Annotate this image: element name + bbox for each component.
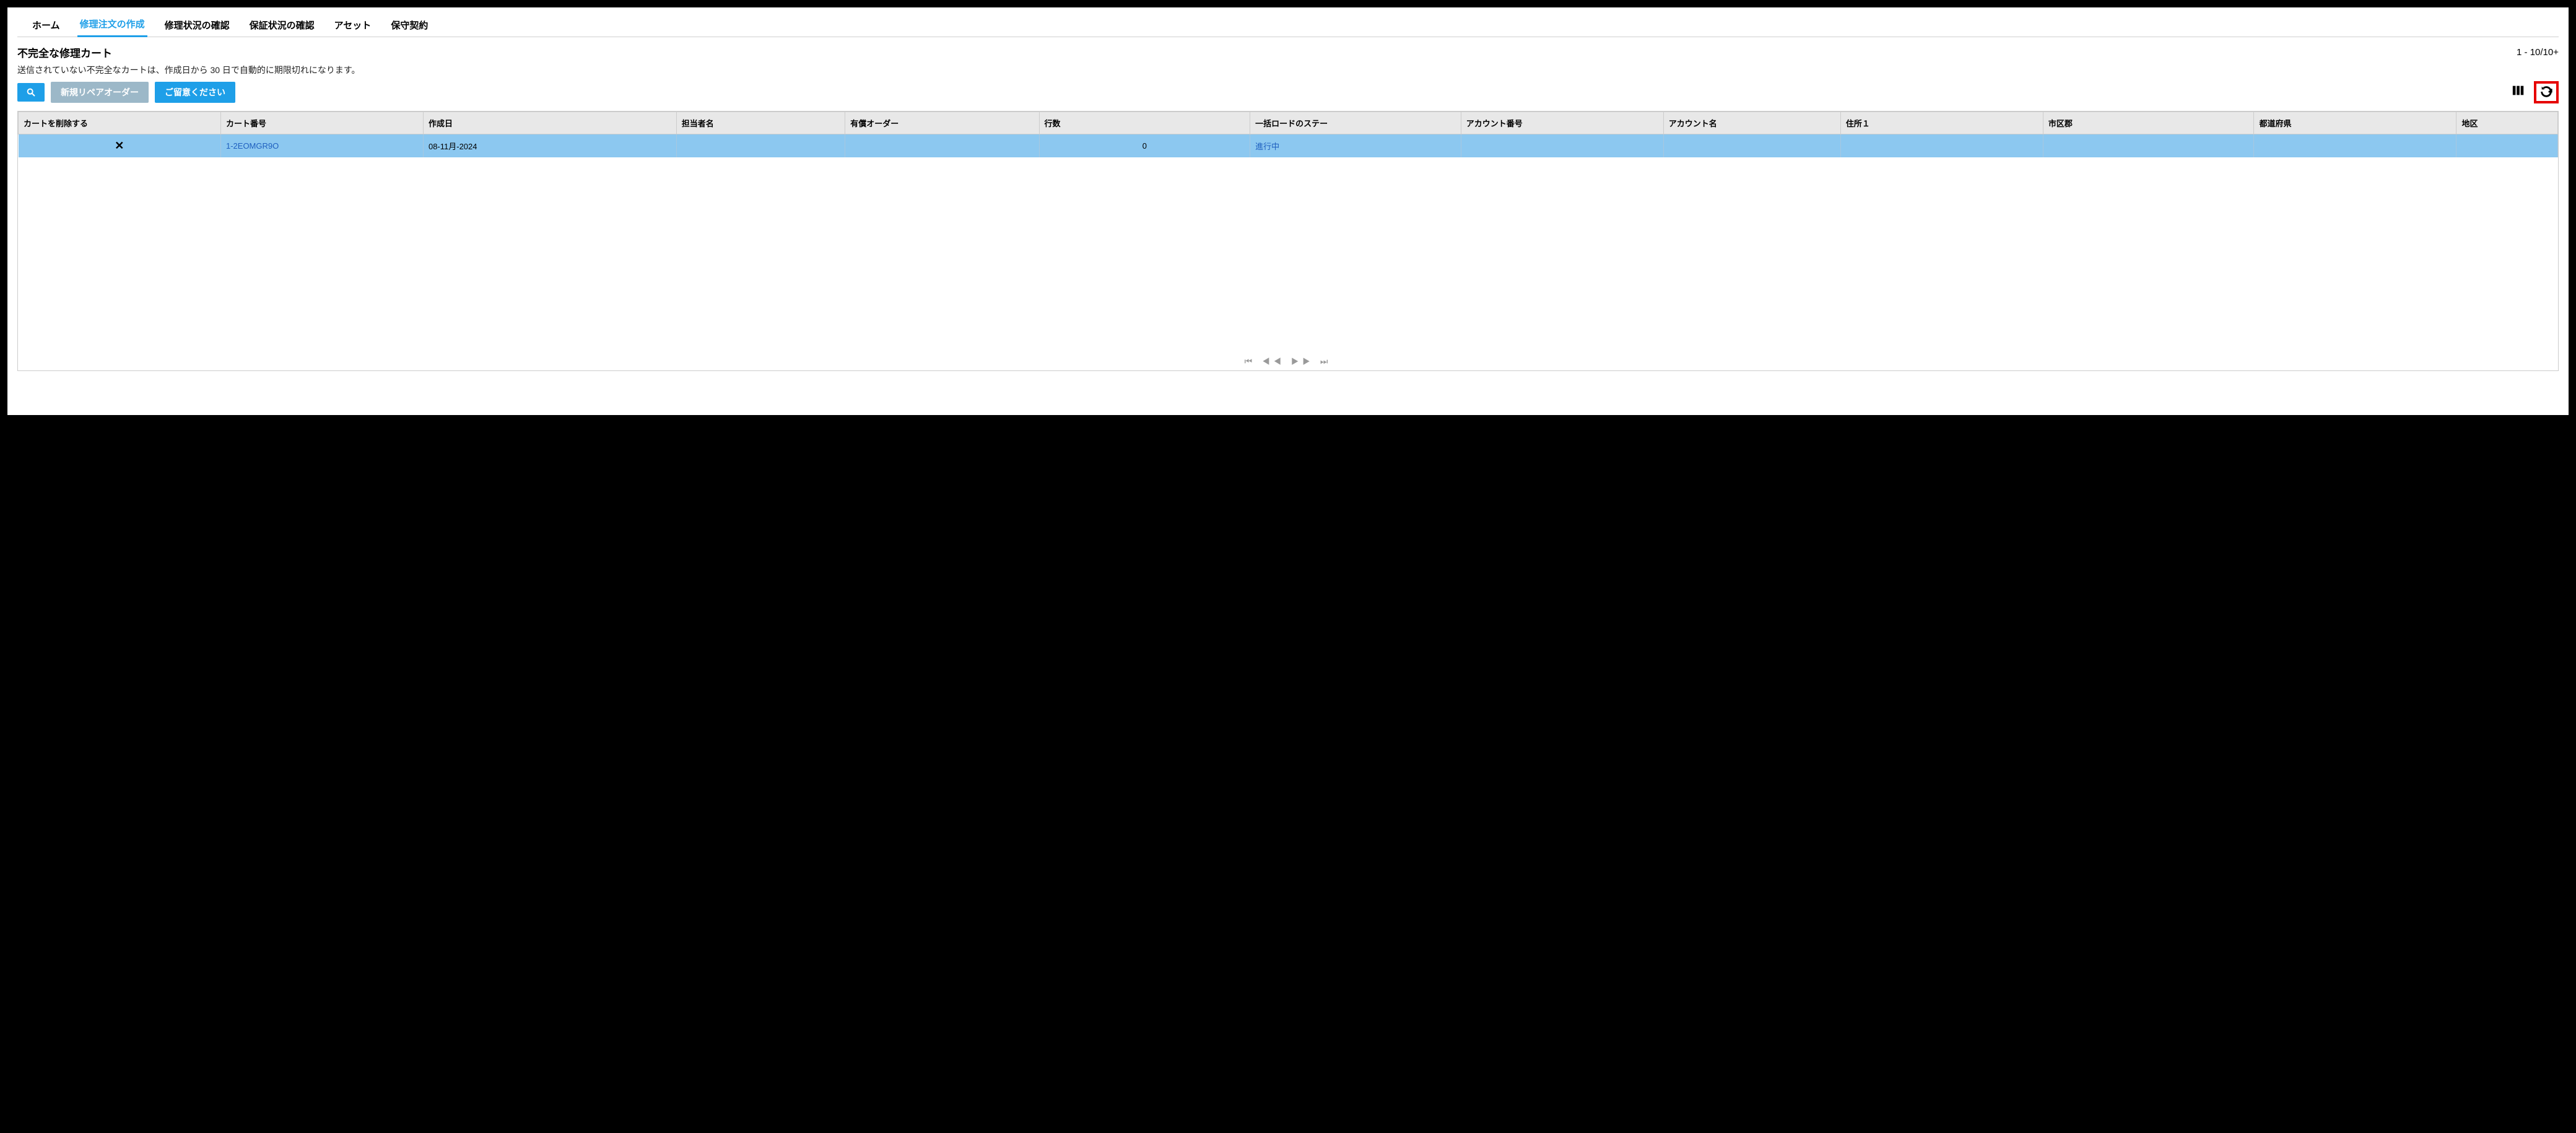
cart-table: カートを削除する カート番号 作成日 担当者名 有償オーダー 行数 一括ロードの… — [18, 112, 2558, 157]
cell-created: 08-11月-2024 — [423, 134, 676, 158]
cell-addr1 — [1840, 134, 2043, 158]
col-header-paid[interactable]: 有償オーダー — [845, 112, 1039, 134]
col-header-contact[interactable]: 担当者名 — [676, 112, 845, 134]
cell-delete[interactable]: ✕ — [19, 134, 221, 158]
col-header-pref[interactable]: 都道府県 — [2254, 112, 2456, 134]
col-header-region[interactable]: 地区 — [2456, 112, 2558, 134]
cart-table-container: カートを削除する カート番号 作成日 担当者名 有償オーダー 行数 一括ロードの… — [17, 111, 2559, 371]
search-button[interactable] — [17, 83, 45, 102]
pager-next-icon[interactable]: ▶▶ — [1291, 356, 1314, 366]
cell-city — [2043, 134, 2254, 158]
close-icon[interactable]: ✕ — [115, 139, 124, 152]
tab-service-contract[interactable]: 保守契約 — [388, 15, 430, 37]
table-row[interactable]: ✕ 1-2EOMGR9O 08-11月-2024 0 進行中 — [19, 134, 2558, 158]
cell-contact — [676, 134, 845, 158]
tab-home[interactable]: ホーム — [30, 15, 63, 37]
page-title: 不完全な修理カート — [17, 45, 112, 60]
cell-paid — [845, 134, 1039, 158]
tab-warranty-status[interactable]: 保証状況の確認 — [247, 15, 317, 37]
cell-acctnm — [1663, 134, 1840, 158]
nav-tabs: ホーム 修理注文の作成 修理状況の確認 保証状況の確認 アセット 保守契約 — [17, 11, 2559, 37]
col-header-acctno[interactable]: アカウント番号 — [1461, 112, 1663, 134]
refresh-button-highlighted[interactable] — [2534, 81, 2559, 103]
please-note-button[interactable]: ご留意ください — [155, 82, 235, 103]
col-header-cartno[interactable]: カート番号 — [220, 112, 423, 134]
table-scroll[interactable]: カートを削除する カート番号 作成日 担当者名 有償オーダー 行数 一括ロードの… — [18, 112, 2558, 352]
cell-pref — [2254, 134, 2456, 158]
search-icon — [26, 87, 36, 97]
cell-cartno[interactable]: 1-2EOMGR9O — [220, 134, 423, 158]
cart-link[interactable]: 1-2EOMGR9O — [226, 141, 279, 151]
pager: ⏮ ◀◀ ▶▶ ⏭ — [18, 352, 2558, 370]
col-header-acctnm[interactable]: アカウント名 — [1663, 112, 1840, 134]
cell-acctno — [1461, 134, 1663, 158]
title-row: 不完全な修理カート 1 - 10/10+ — [17, 45, 2559, 60]
col-header-city[interactable]: 市区郡 — [2043, 112, 2254, 134]
refresh-icon — [2539, 85, 2553, 100]
action-bar: 新規リペアオーダー ご留意ください — [17, 81, 2559, 103]
col-header-lines[interactable]: 行数 — [1039, 112, 1250, 134]
tab-assets[interactable]: アセット — [332, 15, 374, 37]
tab-repair-status[interactable]: 修理状況の確認 — [162, 15, 232, 37]
page-subtitle: 送信されていない不完全なカートは、作成日から 30 日で自動的に期限切れになりま… — [17, 64, 2559, 76]
columns-icon — [2512, 84, 2525, 101]
pager-prev-icon[interactable]: ◀◀ — [1262, 356, 1285, 366]
cell-bulk: 進行中 — [1250, 134, 1461, 158]
tab-create-repair[interactable]: 修理注文の作成 — [77, 14, 147, 37]
cell-lines: 0 — [1039, 134, 1250, 158]
pager-last-icon[interactable]: ⏭ — [1320, 356, 1332, 366]
columns-button[interactable] — [2509, 83, 2528, 102]
col-header-bulk[interactable]: 一括ロードのステー — [1250, 112, 1461, 134]
bulk-status-link[interactable]: 進行中 — [1255, 142, 1279, 151]
new-repair-order-button[interactable]: 新規リペアオーダー — [51, 82, 149, 103]
pager-first-icon[interactable]: ⏮ — [1245, 356, 1256, 366]
cell-region — [2456, 134, 2558, 158]
col-header-delete[interactable]: カートを削除する — [19, 112, 221, 134]
record-count: 1 - 10/10+ — [2517, 47, 2559, 58]
app-window: ホーム 修理注文の作成 修理状況の確認 保証状況の確認 アセット 保守契約 不完… — [7, 7, 2569, 415]
col-header-addr1[interactable]: 住所１ — [1840, 112, 2043, 134]
table-header-row: カートを削除する カート番号 作成日 担当者名 有償オーダー 行数 一括ロードの… — [19, 112, 2558, 134]
col-header-created[interactable]: 作成日 — [423, 112, 676, 134]
